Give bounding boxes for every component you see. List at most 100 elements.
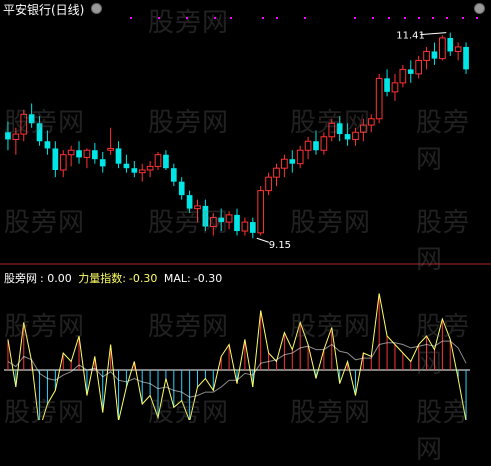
candle-body [52,148,59,170]
candle [91,143,98,164]
candle [320,132,328,155]
candle-body [415,59,423,75]
candle [241,217,249,236]
candle [83,148,91,169]
candle [138,163,146,182]
candle-body [296,149,304,165]
candle-body [447,37,454,52]
candle [52,141,59,178]
annotation-arrow [256,237,269,243]
top-dot [476,17,478,19]
candle [265,172,272,196]
top-dot [130,17,132,19]
candle-body [44,141,51,149]
candle-body [146,165,154,171]
candle-body [336,123,343,135]
candle [12,127,20,155]
candle [154,152,162,170]
candle-body [352,131,359,140]
candle [257,186,265,236]
top-dot [262,17,264,19]
candle [107,127,114,155]
candle [304,136,312,160]
candle-body [431,51,438,59]
settings-circle-icon-right[interactable] [474,3,485,14]
candle-body [107,147,114,151]
top-dot [158,17,160,19]
candle-body [59,154,67,171]
candle-body [367,118,375,126]
candle [328,118,336,142]
candle [123,154,130,173]
candle [178,177,185,200]
candle-body [399,68,407,84]
settings-circle-icon[interactable] [91,3,102,14]
top-dot [230,17,232,19]
candle-body [67,149,75,156]
force-label: 力量指数: [78,272,126,285]
mal-line [7,340,467,398]
candle [194,199,201,223]
candle [296,145,304,169]
candle-body [344,134,351,140]
candle-body [209,217,217,228]
candle-body [439,37,446,60]
candle [344,123,351,146]
candle-body [28,114,35,124]
candle [249,217,256,239]
candle-body [454,46,462,52]
candle-body [138,169,146,174]
force-indicator [4,293,470,420]
candle-body [91,150,98,160]
top-dot [388,17,390,19]
candle-body [202,205,209,227]
candle [186,190,193,214]
candle-body [170,168,177,182]
top-dot [304,17,306,19]
candle-body [289,159,296,164]
candle-body [313,141,319,151]
top-dot [276,17,278,19]
candle [281,154,288,178]
candle [170,163,177,187]
candle-body [375,77,383,120]
candle-body [249,222,256,233]
candle [202,199,209,232]
candle [36,116,43,146]
candle [163,150,169,170]
candle [360,118,367,142]
low-label: 9.15 [269,240,291,251]
top-dot [432,17,434,19]
candle [28,103,35,128]
candle [423,46,430,70]
candle-body [391,82,399,93]
candle-body [384,78,390,92]
candle [367,114,375,133]
candle [115,141,122,169]
candle-body [360,124,367,133]
candle [234,208,240,236]
candle-body [99,159,106,167]
candle-body [304,140,312,151]
mal-value: -0.30 [193,272,223,285]
candle-body [36,123,43,142]
candle [289,150,296,173]
candle [59,150,67,178]
candle-body [186,195,193,209]
indicator-legend: 股旁网: 0.00 力量指数: -0.30 MAL: -0.30 [4,270,225,286]
candle-body [407,69,414,74]
candle-body [281,158,288,169]
candle-body [423,50,430,61]
candle [67,145,75,167]
candle-body [5,132,11,140]
indicator-value: : 0.00 [40,272,72,285]
top-dot [354,17,356,19]
candle [225,211,233,230]
candle [352,127,359,146]
candle [439,35,446,61]
candle-body [12,133,20,140]
top-dot [214,17,216,19]
candle [5,121,11,151]
candle [431,42,438,65]
candles [5,32,469,239]
